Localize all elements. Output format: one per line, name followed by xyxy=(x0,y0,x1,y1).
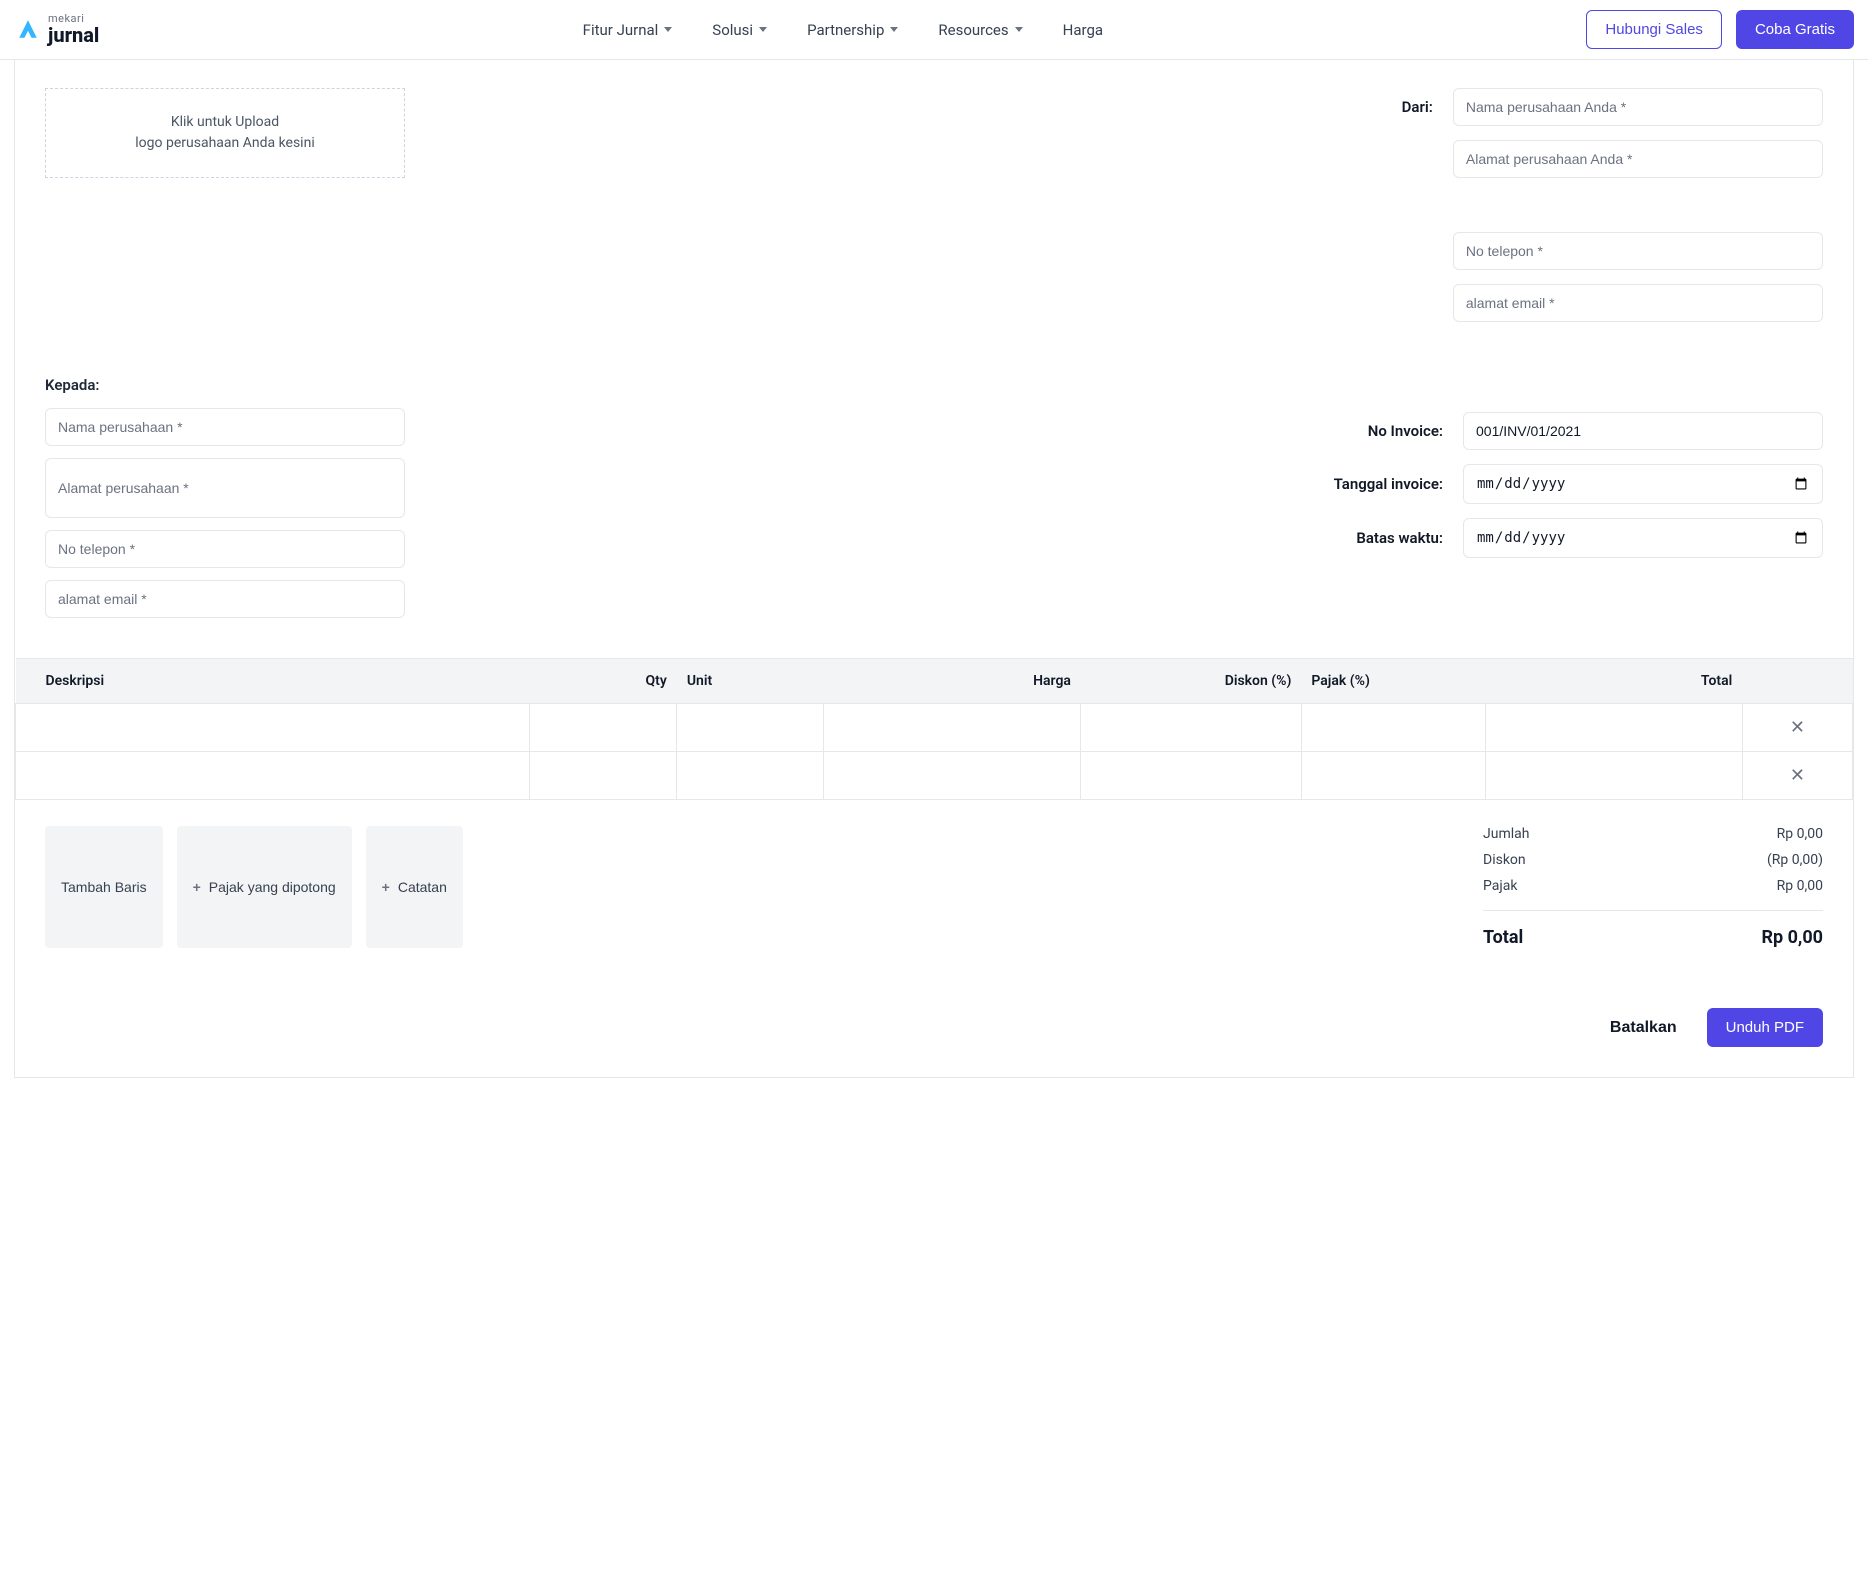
nav-resources[interactable]: Resources xyxy=(938,21,1022,39)
plus-icon: + xyxy=(193,879,201,895)
discount-label: Diskon xyxy=(1483,852,1526,868)
nav-harga-label: Harga xyxy=(1063,21,1103,39)
notes-label: Catatan xyxy=(398,879,447,895)
from-company-input[interactable] xyxy=(1453,88,1823,126)
cell-unit-input[interactable] xyxy=(677,704,823,751)
remove-row-icon[interactable]: ✕ xyxy=(1743,752,1852,799)
no-invoice-label: No Invoice: xyxy=(1303,422,1443,440)
to-address-input[interactable] xyxy=(45,458,405,518)
due-date-label: Batas waktu: xyxy=(1303,529,1443,547)
from-phone-input[interactable] xyxy=(1453,232,1823,270)
brand-logo[interactable]: mekari jurnal xyxy=(14,13,99,46)
brand-mark-icon xyxy=(14,15,42,43)
upload-line2: logo perusahaan Anda kesini xyxy=(135,133,314,154)
th-discount: Diskon (%) xyxy=(1081,659,1301,704)
subtotal-value: Rp 0,00 xyxy=(1777,826,1823,842)
from-email-input[interactable] xyxy=(1453,284,1823,322)
th-price: Harga xyxy=(824,659,1081,704)
chevron-down-icon xyxy=(1015,27,1023,32)
cell-desc-input[interactable] xyxy=(16,752,529,799)
cell-desc-input[interactable] xyxy=(16,704,529,751)
cell-discount-input[interactable] xyxy=(1081,704,1300,751)
header-actions: Hubungi Sales Coba Gratis xyxy=(1586,10,1854,49)
to-company-input[interactable] xyxy=(45,408,405,446)
cell-total-input[interactable] xyxy=(1486,704,1742,751)
row-actions: Tambah Baris + Pajak yang dipotong + Cat… xyxy=(45,826,463,948)
brand-main: jurnal xyxy=(48,25,99,46)
line-items-table: Deskripsi Qty Unit Harga Diskon (%) Paja… xyxy=(15,658,1853,800)
nav-harga[interactable]: Harga xyxy=(1063,21,1103,39)
th-total: Total xyxy=(1485,659,1742,704)
nav-fitur-label: Fitur Jurnal xyxy=(583,21,659,39)
table-row: ✕ xyxy=(16,752,1853,800)
due-date-input[interactable] xyxy=(1463,518,1823,558)
th-unit: Unit xyxy=(677,659,824,704)
nav-partnership[interactable]: Partnership xyxy=(807,21,898,39)
cell-total-input[interactable] xyxy=(1486,752,1742,799)
plus-icon: + xyxy=(382,879,390,895)
brand-text: mekari jurnal xyxy=(48,13,99,46)
add-row-button[interactable]: Tambah Baris xyxy=(45,826,163,948)
cancel-button[interactable]: Batalkan xyxy=(1610,1019,1677,1037)
add-row-label: Tambah Baris xyxy=(61,879,147,895)
th-tax: Pajak (%) xyxy=(1301,659,1485,704)
withholding-tax-button[interactable]: + Pajak yang dipotong xyxy=(177,826,352,948)
upload-line1: Klik untuk Upload xyxy=(171,112,279,133)
subtotal-label: Jumlah xyxy=(1483,826,1529,842)
cell-discount-input[interactable] xyxy=(1081,752,1300,799)
invoice-date-input[interactable] xyxy=(1463,464,1823,504)
nav-fitur[interactable]: Fitur Jurnal xyxy=(583,21,673,39)
tax-label: Pajak xyxy=(1483,878,1517,894)
grand-total-label: Total xyxy=(1483,927,1523,948)
th-qty: Qty xyxy=(530,659,677,704)
grand-total-value: Rp 0,00 xyxy=(1761,927,1823,948)
to-block: Kepada: xyxy=(45,376,405,618)
cell-qty-input[interactable] xyxy=(530,704,676,751)
to-phone-input[interactable] xyxy=(45,530,405,568)
table-row: ✕ xyxy=(16,704,1853,752)
from-label: Dari: xyxy=(1383,98,1433,116)
logo-upload-box[interactable]: Klik untuk Upload logo perusahaan Anda k… xyxy=(45,88,405,178)
cell-tax-input[interactable] xyxy=(1302,704,1485,751)
nav-solusi-label: Solusi xyxy=(712,21,753,39)
cell-price-input[interactable] xyxy=(824,752,1080,799)
to-email-input[interactable] xyxy=(45,580,405,618)
footer-actions: Batalkan Unduh PDF xyxy=(45,1008,1823,1047)
invoice-date-label: Tanggal invoice: xyxy=(1303,475,1443,493)
withholding-tax-label: Pajak yang dipotong xyxy=(209,879,336,895)
to-label: Kepada: xyxy=(45,376,405,394)
main-nav: Fitur Jurnal Solusi Partnership Resource… xyxy=(583,21,1103,39)
nav-resources-label: Resources xyxy=(938,21,1008,39)
invoice-card: Klik untuk Upload logo perusahaan Anda k… xyxy=(14,60,1854,1078)
download-pdf-button[interactable]: Unduh PDF xyxy=(1707,1008,1823,1047)
nav-partnership-label: Partnership xyxy=(807,21,884,39)
nav-solusi[interactable]: Solusi xyxy=(712,21,767,39)
chevron-down-icon xyxy=(890,27,898,32)
invoice-meta: No Invoice: Tanggal invoice: Batas waktu… xyxy=(1303,376,1823,618)
cell-unit-input[interactable] xyxy=(677,752,823,799)
th-desc: Deskripsi xyxy=(16,659,530,704)
totals-block: Jumlah Rp 0,00 Diskon (Rp 0,00) Pajak Rp… xyxy=(1483,826,1823,948)
no-invoice-input[interactable] xyxy=(1463,412,1823,450)
site-header: mekari jurnal Fitur Jurnal Solusi Partne… xyxy=(0,0,1868,60)
remove-row-icon[interactable]: ✕ xyxy=(1743,704,1852,751)
try-free-button[interactable]: Coba Gratis xyxy=(1736,10,1854,49)
discount-value: (Rp 0,00) xyxy=(1767,852,1823,868)
cell-tax-input[interactable] xyxy=(1302,752,1485,799)
chevron-down-icon xyxy=(759,27,767,32)
chevron-down-icon xyxy=(664,27,672,32)
tax-value: Rp 0,00 xyxy=(1777,878,1823,894)
from-address-input[interactable] xyxy=(1453,140,1823,178)
cell-qty-input[interactable] xyxy=(530,752,676,799)
from-block: Dari: xyxy=(1383,88,1823,336)
contact-sales-button[interactable]: Hubungi Sales xyxy=(1586,10,1722,49)
notes-button[interactable]: + Catatan xyxy=(366,826,463,948)
cell-price-input[interactable] xyxy=(824,704,1080,751)
